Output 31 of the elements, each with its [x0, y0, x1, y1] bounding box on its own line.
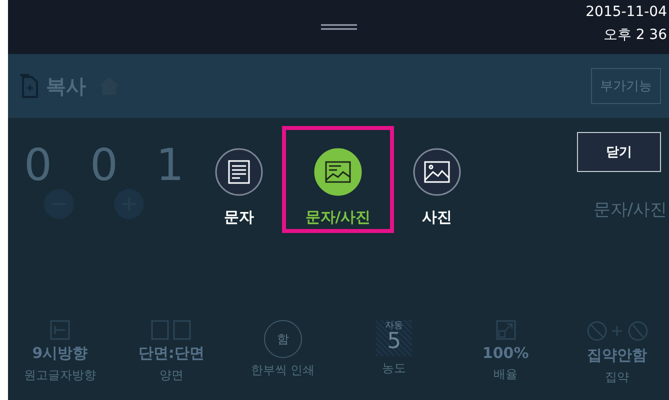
- setting-value: 단면:단면: [138, 344, 204, 363]
- mode-option[interactable]: 문자/사진: [282, 126, 394, 233]
- setting-label: 배율: [492, 366, 519, 383]
- setting-value: 문자/사진: [593, 199, 667, 221]
- counter-digit: 1: [156, 140, 184, 191]
- copy-icon: [18, 73, 40, 99]
- close-button[interactable]: 닫기: [577, 132, 661, 172]
- counter-digit: 0: [24, 140, 52, 191]
- minus-icon[interactable]: [44, 189, 74, 219]
- image-icon: [413, 148, 461, 196]
- no-combine-icon[interactable]: [586, 320, 648, 342]
- document-icon: [215, 148, 263, 196]
- mode-option[interactable]: 사진: [398, 126, 476, 233]
- document-image-icon: [314, 148, 362, 196]
- resize-icon[interactable]: [496, 320, 516, 340]
- plus-icon[interactable]: [114, 189, 144, 219]
- mode-option[interactable]: 문자: [200, 126, 278, 233]
- setting-label: 양면: [158, 367, 184, 384]
- setting-label: 원고글자방향: [23, 367, 97, 384]
- drag-handle-icon[interactable]: [320, 24, 356, 30]
- setting-value: 집약안함: [586, 346, 647, 365]
- counter-digit: 0: [90, 140, 118, 191]
- setting-value: 100%: [482, 344, 529, 362]
- orientation-icon[interactable]: [50, 320, 70, 340]
- setting-value: 9시방향: [32, 344, 88, 363]
- date-text: 2015-11-04: [586, 4, 667, 20]
- setting-label: 한부씩 인쇄: [250, 362, 316, 379]
- time-text: 오후 2 36: [603, 26, 667, 44]
- setting-label: 집약: [604, 369, 630, 386]
- setting-label: 농도: [381, 360, 408, 377]
- two-pages-icon[interactable]: [151, 320, 192, 340]
